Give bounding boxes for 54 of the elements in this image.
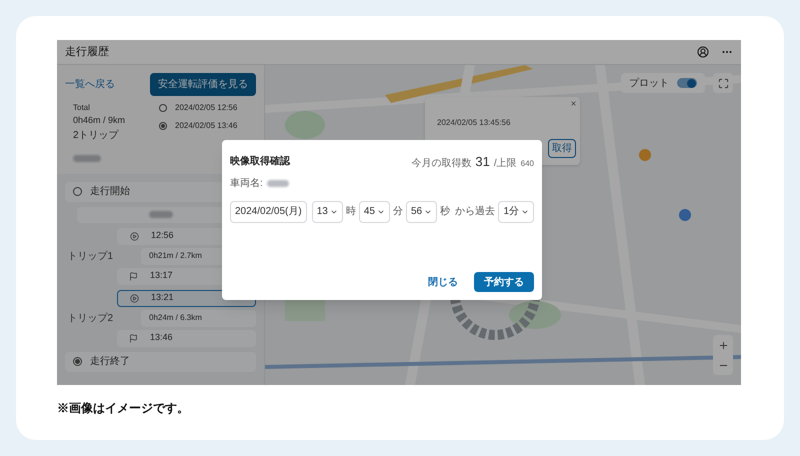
fullscreen-button[interactable]	[713, 73, 733, 93]
trip-distance: 0h21m / 2.7km	[149, 250, 202, 262]
total-label: Total	[73, 102, 91, 114]
flag-icon	[129, 334, 138, 342]
caption: ※画像はイメージです。	[57, 400, 190, 417]
close-button[interactable]: 閉じる	[424, 272, 462, 292]
plot-label: プロット	[629, 76, 669, 90]
close-icon[interactable]	[570, 100, 577, 107]
trip-start-time: 12:56	[151, 229, 174, 242]
trip-end-time: 13:46	[150, 331, 173, 344]
dropdown[interactable]: 1分	[498, 200, 534, 222]
back-link[interactable]: 一覧へ戻る	[65, 77, 115, 92]
dropdown[interactable]: 45	[358, 200, 390, 222]
modal-title: 映像取得確認	[230, 154, 290, 170]
count-value: 31	[475, 153, 490, 171]
count-label: 今月の取得数	[411, 157, 472, 171]
start-label: 走行開始	[90, 184, 130, 199]
play-icon	[130, 294, 139, 302]
radio-icon	[73, 357, 82, 366]
dropdown[interactable]: 13	[312, 200, 343, 222]
date-field[interactable]: 2024/02/05(月)	[230, 200, 307, 222]
user-icon[interactable]	[697, 46, 709, 58]
dropdown[interactable]: 56	[406, 200, 438, 222]
plus-icon	[718, 340, 728, 350]
radio-icon	[159, 122, 167, 130]
end-label: 走行終了	[90, 354, 130, 369]
time-unit: 分	[392, 205, 403, 219]
redacted-block	[148, 211, 172, 218]
plot-toggle[interactable]	[677, 78, 697, 88]
trip-label: トリップ1	[67, 250, 113, 264]
redacted-block	[266, 180, 289, 186]
flag-icon	[129, 272, 138, 280]
total-value: 0h46m / 9km	[73, 114, 126, 127]
redacted-block	[73, 154, 101, 162]
trip-start-time: 13:21	[151, 291, 174, 304]
evaluation-button[interactable]: 安全運転評価を見る	[150, 73, 256, 96]
range-label: から過去	[455, 204, 496, 219]
trip-distance: 0h24m / 6.3km	[149, 312, 202, 324]
page-title: 走行履歴	[65, 44, 109, 60]
trip-end-time: 13:17	[150, 269, 173, 282]
timeline-time: 2024/02/05 13:46	[175, 120, 238, 132]
trip-count: 2トリップ	[73, 128, 120, 142]
popup-button[interactable]: 取得	[548, 139, 576, 158]
trip-label: トリップ2	[67, 312, 113, 326]
play-icon	[130, 232, 139, 240]
time-unit: 秒	[440, 204, 450, 219]
vehicle-label: 車両名:	[230, 176, 263, 190]
fullscreen-icon	[718, 78, 728, 88]
limit-value: 640	[520, 158, 534, 170]
timeline-time: 2024/02/05 12:56	[175, 102, 238, 114]
popup-time: 2024/02/05 13:45:56	[437, 118, 510, 127]
time-unit: 時	[346, 204, 356, 219]
reserve-button[interactable]: 予約する	[474, 272, 534, 292]
limit-label: /上限	[494, 156, 517, 171]
